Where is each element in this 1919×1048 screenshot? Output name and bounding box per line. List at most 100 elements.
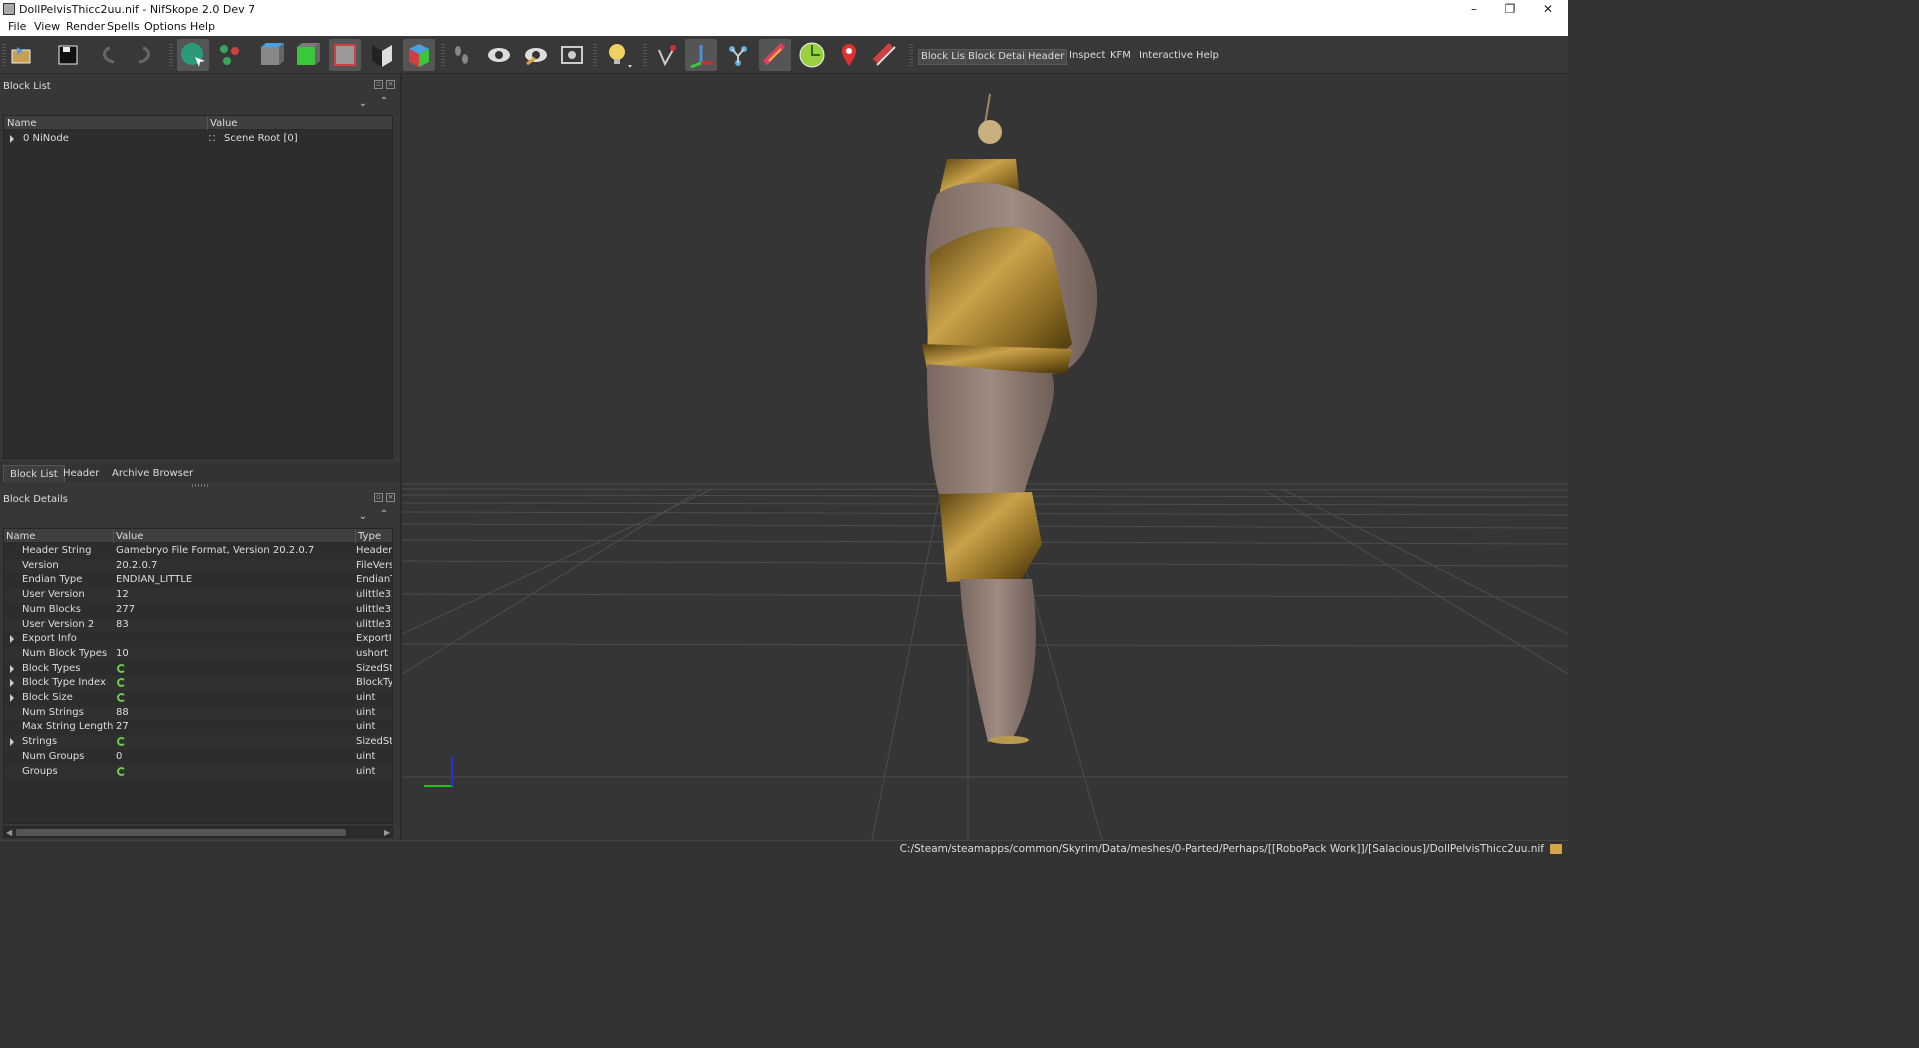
collapse-all-icon[interactable]: ⌄ [356,98,370,110]
screenshot-icon[interactable] [556,39,588,71]
table-row[interactable]: Block Size uint [4,691,392,706]
tab-block-list[interactable]: Block List [3,465,65,482]
select-vertex-icon[interactable] [214,39,246,71]
show-markers-icon[interactable] [796,39,828,71]
save-icon[interactable] [52,39,84,71]
column-type[interactable]: Type [358,531,381,544]
row-value[interactable]: 83 [116,619,129,630]
row-name: Num Groups [22,750,85,762]
menu-file[interactable]: File [8,20,26,33]
row-value[interactable]: 277 [116,604,135,615]
row-value[interactable]: 12 [116,589,129,600]
table-row[interactable]: Num Groups 0 uint [4,750,392,765]
table-row[interactable]: Num Blocks 277 ulittle32 [4,603,392,618]
row-name: Block Types [22,662,81,674]
view-user-icon[interactable] [403,39,435,71]
table-row[interactable]: User Version 2 83 ulittle32 [4,617,392,633]
scroll-thumb[interactable] [16,829,346,836]
expand-all-icon[interactable]: ⌃ [377,509,391,521]
close-icon[interactable]: × [386,80,395,89]
menu-render[interactable]: Render [66,20,105,33]
close-button[interactable]: ✕ [1530,0,1566,18]
collapse-all-icon[interactable]: ⌄ [356,511,370,523]
select-object-icon[interactable] [177,39,209,71]
menu-view[interactable]: View [34,20,60,33]
tab-header[interactable]: Header [57,465,105,482]
expand-arrow-icon[interactable] [10,738,14,747]
tree-row[interactable]: 0 NiNode ⛶ Scene Root [0] [4,132,392,147]
column-value[interactable]: Value [210,118,237,131]
scroll-left-icon[interactable]: ◀ [6,827,12,838]
show-constraints-icon[interactable] [722,39,754,71]
horizontal-scrollbar[interactable]: ◀ ▶ [3,826,393,838]
expand-arrow-icon[interactable] [10,694,14,702]
row-type: EndianT [356,574,392,586]
column-name[interactable]: Name [6,531,36,544]
load-icon[interactable] [6,39,38,71]
scroll-right-icon[interactable]: ▶ [384,827,390,838]
view-front-icon[interactable] [255,39,287,71]
render-viewport[interactable] [402,74,1568,840]
undo-icon[interactable] [93,39,125,71]
toolbar-interactive-help-button[interactable]: Interactive Help [1137,49,1221,65]
table-row[interactable]: Num Strings 88 uint [4,705,392,721]
menu-options[interactable]: Options [144,20,186,33]
menu-spells[interactable]: Spells [107,20,140,33]
row-value[interactable]: 27 [116,721,129,732]
close-icon[interactable]: × [386,493,395,502]
row-value[interactable]: 88 [116,707,129,718]
block-list-tree[interactable]: Name Value 0 NiNode ⛶ Scene Root [0] [3,115,393,459]
block-details-tree[interactable]: Name Value Type Header String Gamebryo Fi… [3,528,393,824]
expand-arrow-icon[interactable] [10,635,14,644]
row-value[interactable]: 20.2.0.7 [116,560,157,571]
table-row[interactable]: User Version 12 ulittle32 [4,588,392,603]
column-value[interactable]: Value [116,531,143,544]
table-row[interactable]: Block Type Index BlockTyp [4,676,392,691]
row-type: ulittle32 [356,589,392,601]
tab-archive-browser[interactable]: Archive Browser [106,465,199,482]
float-icon[interactable]: ▫ [374,80,383,89]
row-value[interactable]: 0 [116,751,122,762]
block-list-title: Block List [3,81,51,92]
view-side-icon[interactable] [291,39,323,71]
float-icon[interactable]: ▫ [374,493,383,502]
walk-icon[interactable] [446,39,478,71]
folder-icon[interactable] [1550,844,1562,854]
restore-button[interactable]: ❐ [1492,0,1528,18]
show-hidden-icon[interactable] [483,39,515,71]
table-row[interactable]: Num Block Types 10 ushort [4,646,392,662]
show-collision-icon[interactable] [759,39,791,71]
expand-arrow-icon[interactable] [10,679,14,688]
show-havok-icon[interactable] [833,39,865,71]
hide-all-icon[interactable] [869,39,901,71]
show-axes-icon[interactable] [650,39,682,71]
table-row[interactable]: Groups uint [4,764,392,780]
show-visible-icon[interactable] [520,39,552,71]
table-row[interactable]: Export Info ExportIn [4,632,392,647]
splitter-grip[interactable] [192,484,208,487]
table-row[interactable]: Block Types SizedStri [4,662,392,677]
table-row[interactable]: Max String Length 27 uint [4,720,392,735]
menu-help[interactable]: Help [190,20,215,33]
toolbar-kfm-button[interactable]: KFM [1108,49,1133,65]
row-value[interactable]: ENDIAN_LITTLE [116,574,192,585]
toolbar-header-button[interactable]: Header [1025,49,1068,65]
table-row[interactable]: Version 20.2.0.7 FileVersi [4,558,392,574]
column-name[interactable]: Name [7,118,37,131]
expand-all-icon[interactable]: ⌃ [377,96,391,108]
table-row[interactable]: Endian Type ENDIAN_LITTLE EndianT [4,573,392,588]
toolbar-inspect-button[interactable]: Inspect [1067,49,1107,65]
minimize-button[interactable]: – [1456,0,1492,18]
table-row[interactable]: Strings SizedStri [4,735,392,750]
toolbar-block-list-button[interactable]: Block List [918,49,972,65]
row-value[interactable]: Gamebryo File Format, Version 20.2.0.7 [116,545,314,556]
redo-icon[interactable] [128,39,160,71]
view-top-icon[interactable] [329,39,361,71]
row-value[interactable]: 10 [116,648,129,659]
table-row[interactable]: Header String Gamebryo File Format, Versi… [4,544,392,559]
expand-arrow-icon[interactable] [10,664,14,673]
lighting-icon[interactable] [602,39,634,71]
show-nodes-icon[interactable] [685,39,717,71]
view-flip-icon[interactable] [366,39,398,71]
expand-arrow-icon[interactable] [10,135,14,143]
